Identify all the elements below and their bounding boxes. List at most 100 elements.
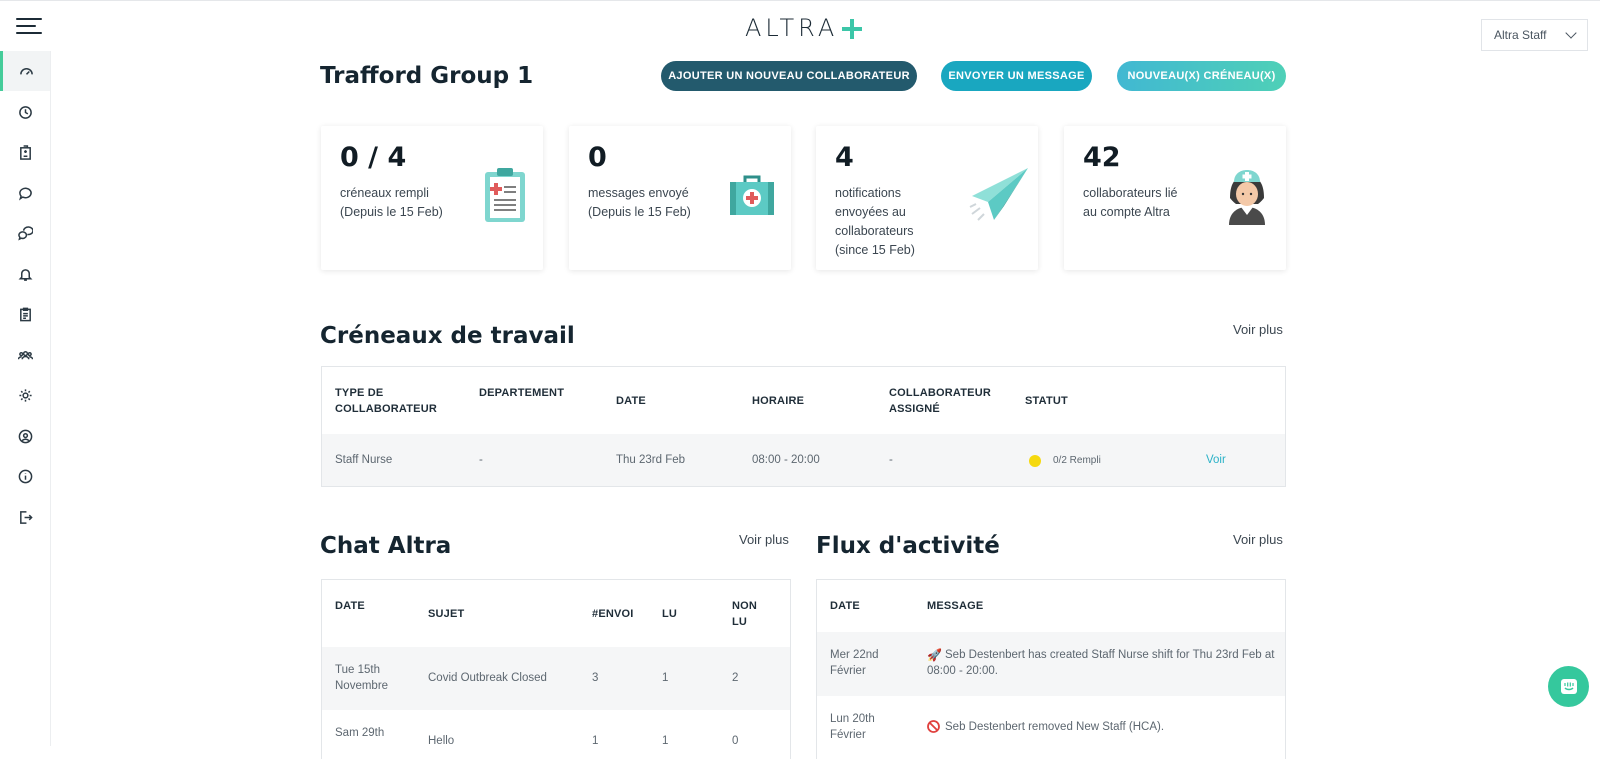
plus-icon — [842, 18, 863, 39]
cell-date: Thu 23rd Feb — [616, 454, 686, 466]
stat-card-staff: 42 collaborateurs lié au compte Altra — [1064, 126, 1286, 270]
sidebar — [0, 51, 51, 746]
sidebar-item-hospital[interactable] — [0, 132, 50, 172]
table-row: Staff Nurse - Thu 23rd Feb 08:00 - 20:00… — [322, 434, 1285, 486]
medical-kit-icon — [730, 175, 774, 215]
clipboard-medical-icon — [485, 168, 525, 222]
stat-card-notifications: 4 notifications envoyées au collaborateu… — [816, 126, 1038, 270]
cell-department: - — [479, 454, 483, 466]
view-shift-link[interactable]: Voir — [1206, 452, 1226, 468]
clock-icon — [18, 105, 32, 119]
column-header: Type de collaborateur — [335, 387, 437, 415]
new-shifts-button[interactable]: Nouveau(x) créneau(x) — [1117, 61, 1286, 91]
sidebar-item-logout[interactable] — [0, 497, 50, 537]
info-icon — [18, 469, 32, 483]
column-header: Departement — [479, 387, 565, 399]
building-icon — [19, 144, 31, 160]
cell-time: 08:00 - 20:00 — [752, 454, 820, 466]
chat-see-more-link[interactable]: Voir plus — [739, 532, 789, 547]
sidebar-item-conversations[interactable] — [0, 213, 50, 253]
column-header: #Envoi — [592, 608, 634, 620]
stat-value: 4 — [835, 142, 854, 173]
cell-read: 1 — [662, 735, 669, 747]
paper-plane-icon — [969, 168, 1028, 221]
cell-unread: 2 — [732, 672, 739, 684]
user-circle-icon — [18, 429, 32, 443]
shifts-table: Type de collaborateur Departement Date H… — [321, 366, 1286, 487]
column-header: Lu — [662, 608, 678, 620]
sidebar-item-shifts[interactable] — [0, 294, 50, 334]
table-row: Mer 22nd Février 🚀 Seb Destenbert has cr… — [817, 632, 1285, 696]
chevron-down-icon — [1565, 27, 1577, 39]
stat-description: messages envoyé (Depuis le 15 Feb) — [588, 186, 691, 219]
nurse-icon — [1229, 170, 1265, 225]
sidebar-item-profile[interactable] — [0, 416, 50, 456]
stat-description: créneaux rempli (Depuis le 15 Feb) — [340, 186, 443, 219]
altra-logo: ALTRA — [745, 13, 863, 43]
people-icon — [17, 350, 33, 359]
shifts-see-more-link[interactable]: Voir plus — [1233, 322, 1283, 337]
cell-assigned: - — [889, 454, 893, 466]
activity-see-more-link[interactable]: Voir plus — [1233, 532, 1283, 547]
column-header: Statut — [1025, 395, 1068, 407]
stat-description: notifications envoyées au collaborateurs… — [835, 186, 915, 257]
stat-card-shifts: 0 / 4 créneaux rempli (Depuis le 15 Feb) — [321, 126, 543, 270]
clipboard-icon — [19, 307, 31, 321]
logout-icon — [19, 510, 33, 524]
chat-section-title: Chat Altra — [320, 533, 452, 559]
cell-message: Seb Destenbert has created Staff Nurse s… — [927, 649, 1275, 677]
column-header: Sujet — [428, 608, 465, 620]
chat-bubbles-icon — [17, 225, 33, 241]
stat-card-messages: 0 messages envoyé (Depuis le 15 Feb) — [569, 126, 791, 270]
stat-value: 0 — [588, 142, 607, 173]
status-dot-icon — [1029, 455, 1041, 467]
stat-description: collaborateurs lié au compte Altra — [1083, 186, 1178, 219]
send-message-button[interactable]: Envoyer un message — [941, 61, 1092, 91]
account-select[interactable]: Altra Staff — [1481, 19, 1588, 51]
logo-text: ALTRA — [745, 14, 839, 42]
status-badge: 0/2 Rempli — [1053, 455, 1101, 466]
chat-table: Date Sujet #Envoi Lu Non lu Tue 15th Nov… — [321, 579, 791, 760]
table-row[interactable]: Tue 15th Novembre Covid Outbreak Closed … — [322, 647, 790, 710]
sidebar-item-settings[interactable] — [0, 375, 50, 415]
cell-date: Lun 20th Février — [830, 713, 875, 741]
page-title: Trafford Group 1 — [320, 63, 534, 89]
top-bar: ALTRA Altra Staff — [0, 0, 1600, 51]
sidebar-item-notifications[interactable] — [0, 254, 50, 294]
shifts-section-title: Créneaux de travail — [320, 323, 575, 349]
sidebar-item-dashboard[interactable] — [0, 51, 50, 91]
column-header: Date — [335, 600, 365, 612]
column-header: Date — [830, 600, 860, 612]
cell-message: Seb Destenbert removed New Staff (HCA). — [945, 721, 1165, 733]
cell-date: Sam 29th — [335, 727, 385, 739]
cell-subject: Covid Outbreak Closed — [428, 672, 547, 684]
column-header: Non lu — [732, 600, 758, 628]
chat-bubble-icon — [18, 187, 32, 200]
sidebar-item-staff[interactable] — [0, 335, 50, 375]
sidebar-item-chat[interactable] — [0, 173, 50, 213]
gear-icon — [18, 388, 32, 402]
column-header: Message — [927, 600, 984, 612]
account-select-value: Altra Staff — [1494, 28, 1547, 42]
cell-sent: 1 — [592, 735, 599, 747]
column-header: Date — [616, 395, 646, 407]
chat-support-icon — [1560, 678, 1577, 694]
support-chat-button[interactable] — [1548, 666, 1589, 707]
sidebar-item-history[interactable] — [0, 92, 50, 132]
cell-type: Staff Nurse — [335, 454, 393, 466]
cell-subject: Hello — [428, 735, 455, 747]
cell-date: Tue 15th Novembre — [335, 664, 389, 692]
hamburger-menu-icon[interactable] — [16, 16, 42, 36]
table-row[interactable]: Sam 29th Hello 1 1 0 — [322, 710, 790, 760]
column-header: Collaborateur assigné — [889, 387, 991, 415]
column-header: Horaire — [752, 395, 805, 407]
stat-value: 42 — [1083, 142, 1121, 173]
sidebar-item-info[interactable] — [0, 456, 50, 496]
cell-unread: 0 — [732, 735, 739, 747]
cell-read: 1 — [662, 672, 669, 684]
add-staff-button[interactable]: Ajouter un nouveau collaborateur — [661, 61, 917, 91]
prohibited-icon — [927, 720, 940, 733]
gauge-icon — [20, 67, 33, 75]
cell-date: Mer 22nd Février — [830, 649, 879, 677]
table-row: Lun 20th Février Seb Destenbert removed … — [817, 696, 1285, 760]
